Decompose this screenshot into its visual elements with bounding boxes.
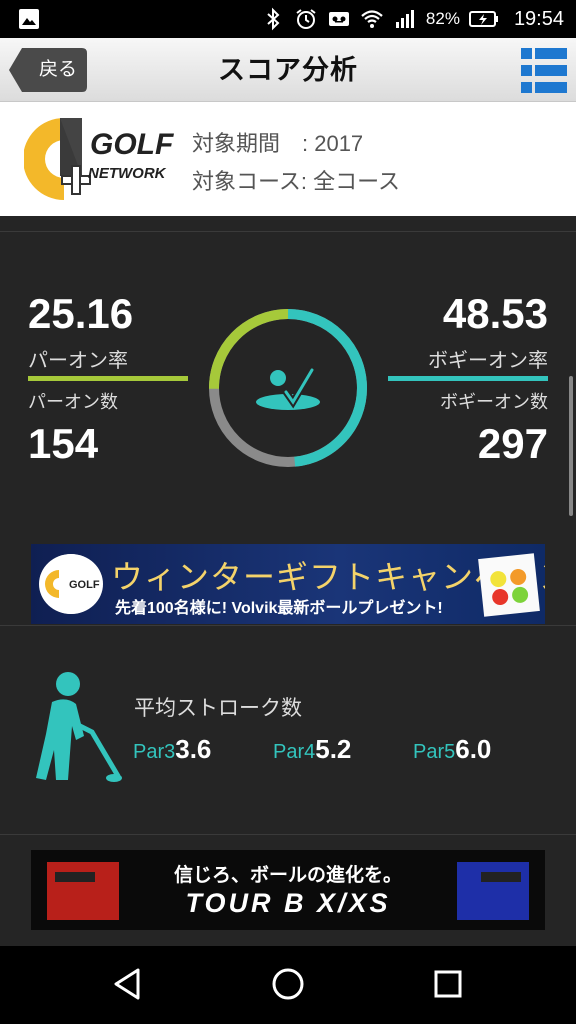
bluetooth-icon: [267, 7, 280, 31]
status-bar: 82% 19:54: [0, 0, 576, 38]
par4-label: Par4: [273, 741, 316, 763]
ball-box-blue-icon: [457, 862, 529, 920]
par5-label: Par5: [413, 741, 456, 763]
par-on-count-value: 154: [28, 420, 99, 467]
wifi-icon: [361, 10, 383, 28]
divider: [0, 231, 576, 232]
back-triangle-icon[interactable]: [108, 962, 148, 1006]
recents-square-icon[interactable]: [428, 962, 468, 1006]
green-check-icon: [256, 366, 320, 410]
divider: [0, 625, 576, 626]
target-info: GOLF NETWORK 対象期間 : 2017 対象コース: 全コース: [0, 102, 576, 216]
par3-label: Par3: [133, 741, 176, 763]
battery-charging-icon: [468, 11, 498, 27]
bogey-on-count-value: 297: [477, 420, 548, 467]
back-button[interactable]: 戻る: [8, 46, 88, 94]
clock: 19:54: [513, 7, 564, 30]
image-icon: [19, 9, 39, 29]
par-on-rate-label: パーオン率: [28, 350, 128, 372]
bogey-on-bar: [388, 376, 548, 381]
par5-stat: Par56.0: [413, 734, 491, 765]
signal-icon: [395, 10, 414, 28]
golfer-icon: [36, 672, 122, 782]
period-row: 対象期間 : 2017: [192, 131, 364, 156]
menu-list-icon[interactable]: [520, 47, 568, 95]
on-green-donut: [209, 309, 367, 467]
par3-value: 3.6: [175, 734, 212, 764]
scrollbar[interactable]: [569, 376, 573, 516]
svg-text:GOLF: GOLF: [69, 579, 100, 591]
battery-percent: 82%: [425, 9, 460, 28]
par-on-rate-value: 25.16: [28, 290, 134, 337]
par4-value: 5.2: [315, 734, 352, 764]
golf-balls-box-icon: [478, 553, 540, 617]
par3-stat: Par33.6: [133, 734, 211, 765]
par5-value: 6.0: [455, 734, 492, 764]
winter-campaign-banner[interactable]: GOLF ウィンターギフトキャンペーン 先着100名様に! Volvik最新ボー…: [31, 544, 545, 624]
tour-b-banner[interactable]: 信じろ、ボールの進化を。 TOUR B X/XS: [31, 850, 545, 930]
course-row: 対象コース: 全コース: [192, 169, 401, 194]
divider: [0, 834, 576, 835]
logo-golf-text: GOLF: [90, 128, 174, 161]
par-on-bar: [28, 376, 188, 381]
bogey-on-rate-value: 48.53: [442, 290, 548, 337]
app-header: 戻る スコア分析: [0, 38, 576, 102]
average-strokes-title: 平均ストローク数: [134, 697, 302, 720]
banner-logo: GOLF: [39, 554, 103, 614]
banner-subtitle: 先着100名様に! Volvik最新ボールプレゼント!: [115, 600, 443, 617]
home-circle-icon[interactable]: [268, 962, 308, 1006]
bogey-on-count-label: ボギーオン数: [440, 392, 548, 412]
alarm-icon: [296, 9, 316, 29]
golf-network-logo: GOLF NETWORK: [24, 118, 174, 200]
logo-network-text: NETWORK: [88, 165, 167, 182]
back-label: 戻る: [38, 59, 77, 80]
par-on-count-label: パーオン数: [28, 392, 118, 412]
par4-stat: Par45.2: [273, 734, 351, 765]
bogey-on-rate-label: ボギーオン率: [428, 350, 548, 372]
voicemail-icon: [328, 12, 349, 26]
